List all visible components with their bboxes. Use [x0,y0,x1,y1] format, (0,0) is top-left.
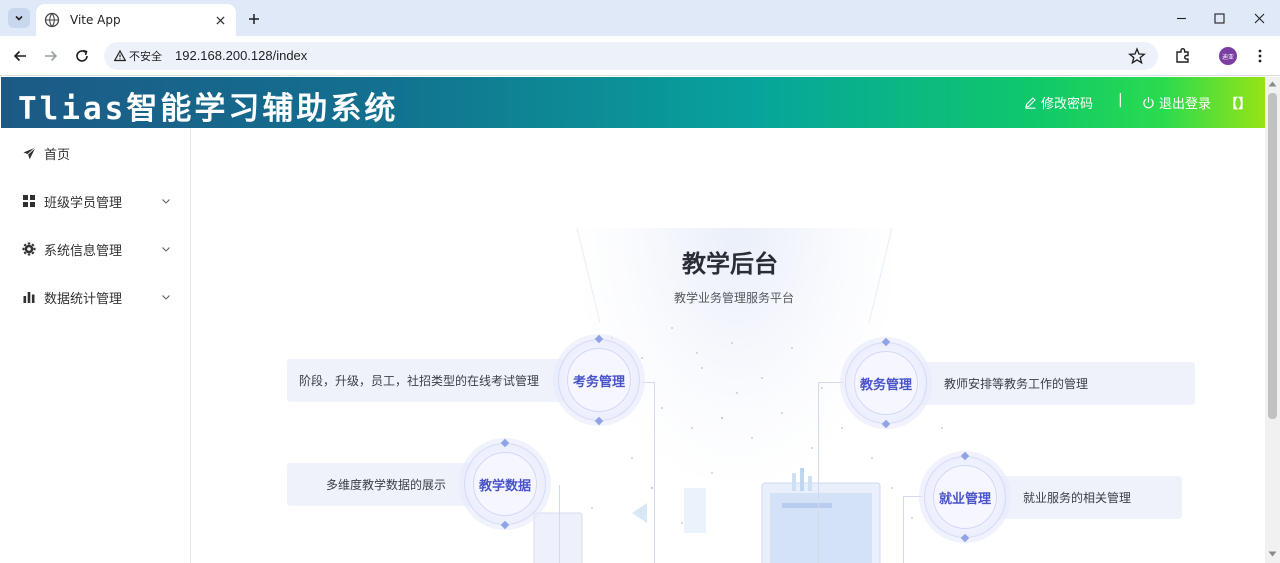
chevron-down-icon [162,199,170,204]
app-header: Tlias智能学习辅助系统 修改密码 | 退出登录 【】 [1,77,1265,128]
minimize-button[interactable] [1171,8,1191,28]
module-academic[interactable]: 教务管理 [845,337,927,429]
sidebar-item-class-students[interactable]: 班级学员管理 [1,177,190,225]
module-name: 教学数据 [478,478,531,494]
bookmark-star-icon[interactable] [1128,47,1146,65]
arrow-left-icon [13,50,26,62]
module-teaching-data[interactable]: 教学数据 [464,438,546,530]
page-subtitle: 教学业务管理服务平台 [674,291,795,305]
tab-search-button[interactable] [8,8,30,28]
address-bar[interactable]: 不安全 192.168.200.128/index [104,42,1158,70]
sidebar-item-label: 系统信息管理 [44,243,123,259]
module-description: 就业服务的相关管理 [1023,491,1132,505]
module-description: 教师安排等教务工作的管理 [944,377,1089,391]
site-info-button[interactable]: 不安全 [110,45,166,67]
connector-line [641,382,655,383]
username-bracket: 【】 [1225,97,1252,112]
minimize-icon [1176,17,1186,19]
page-title: 教学后台 [682,250,778,278]
connector-line [818,382,844,383]
reload-icon [76,49,88,62]
main-content: 教学后台 教学业务管理服务平台 阶段，升级，员工，社招类型的在线考试管理 考务管… [192,128,1264,563]
sidebar-item-system-info[interactable]: 系统信息管理 [1,225,190,273]
logout-link[interactable]: 退出登录 [1142,93,1211,112]
url-text[interactable]: 192.168.200.128/index [175,48,307,63]
module-card-exam: 阶段，升级，员工，社招类型的在线考试管理 [287,359,577,402]
reload-button[interactable] [72,46,92,66]
connector-line [559,485,560,563]
module-description: 阶段，升级，员工，社招类型的在线考试管理 [299,374,540,388]
chevron-down-icon [15,15,23,21]
ring-inner: 考务管理 [567,348,631,412]
close-icon [1254,13,1264,23]
globe-icon [44,12,60,28]
tab-close-button[interactable] [212,12,228,28]
module-name: 就业管理 [938,491,991,507]
scroll-up-icon[interactable] [1268,81,1277,87]
forward-button[interactable] [41,46,61,66]
close-window-button[interactable] [1249,8,1269,28]
maximize-button[interactable] [1209,8,1229,28]
browser-menu-button[interactable] [1250,46,1270,66]
sidebar-menu: 首页 班级学员管理 系统信息管理 数据统计管理 [1,128,191,563]
change-password-label: 修改密码 [1041,97,1094,112]
change-password-link[interactable]: 修改密码 [1024,93,1093,112]
security-label: 不安全 [129,50,162,63]
plus-icon [249,14,259,24]
scroll-down-icon[interactable] [1268,551,1277,557]
module-card-employment: 就业服务的相关管理 [992,476,1182,519]
new-tab-button[interactable] [244,9,264,29]
sidebar-item-label: 首页 [44,147,71,163]
edit-icon [1025,97,1036,109]
chevron-down-icon [162,295,170,300]
sidebar-item-statistics[interactable]: 数据统计管理 [1,273,190,321]
paper-plane-icon [22,146,36,160]
profile-avatar[interactable]: 迪亚 [1219,47,1237,65]
grid-icon [22,194,36,208]
bar-chart-icon [22,290,36,304]
scrollbar-thumb[interactable] [1268,93,1277,419]
module-card-teaching-data: 多维度教学数据的展示 [287,463,487,506]
header-separator: | [1118,92,1123,108]
arrow-right-icon [45,50,58,62]
connector-line [903,496,904,563]
logout-label: 退出登录 [1159,97,1212,112]
chevron-down-icon [162,247,170,252]
tab-title: Vite App [70,13,121,27]
warning-icon [114,50,126,62]
connector-line [818,382,819,563]
sidebar-item-home[interactable]: 首页 [1,129,190,177]
close-icon [215,15,225,25]
module-exam[interactable]: 考务管理 [558,334,640,426]
sidebar-item-label: 班级学员管理 [44,195,123,211]
browser-tab-bar: Vite App [0,0,1280,36]
ring-inner: 教务管理 [854,351,918,415]
ring-inner: 就业管理 [933,465,997,529]
browser-toolbar: 不安全 192.168.200.128/index [0,36,1280,76]
back-button[interactable] [10,46,30,66]
browser-tab[interactable]: Vite App [36,4,236,36]
module-name: 考务管理 [572,374,625,390]
gear-icon [22,242,36,256]
sidebar-item-label: 数据统计管理 [44,291,123,307]
module-description: 多维度教学数据的展示 [326,478,447,492]
module-card-academic: 教师安排等教务工作的管理 [912,362,1195,405]
page-scrollbar[interactable] [1265,77,1280,563]
ring-inner: 教学数据 [473,452,537,516]
extensions-icon[interactable] [1173,46,1193,66]
connector-line [654,382,655,563]
more-vertical-icon [1258,49,1262,63]
power-icon [1143,97,1154,109]
maximize-icon [1213,12,1225,24]
module-employment[interactable]: 就业管理 [924,451,1006,543]
module-name: 教务管理 [859,377,912,393]
app-title: Tlias智能学习辅助系统 [18,91,399,127]
connector-line [903,496,923,497]
